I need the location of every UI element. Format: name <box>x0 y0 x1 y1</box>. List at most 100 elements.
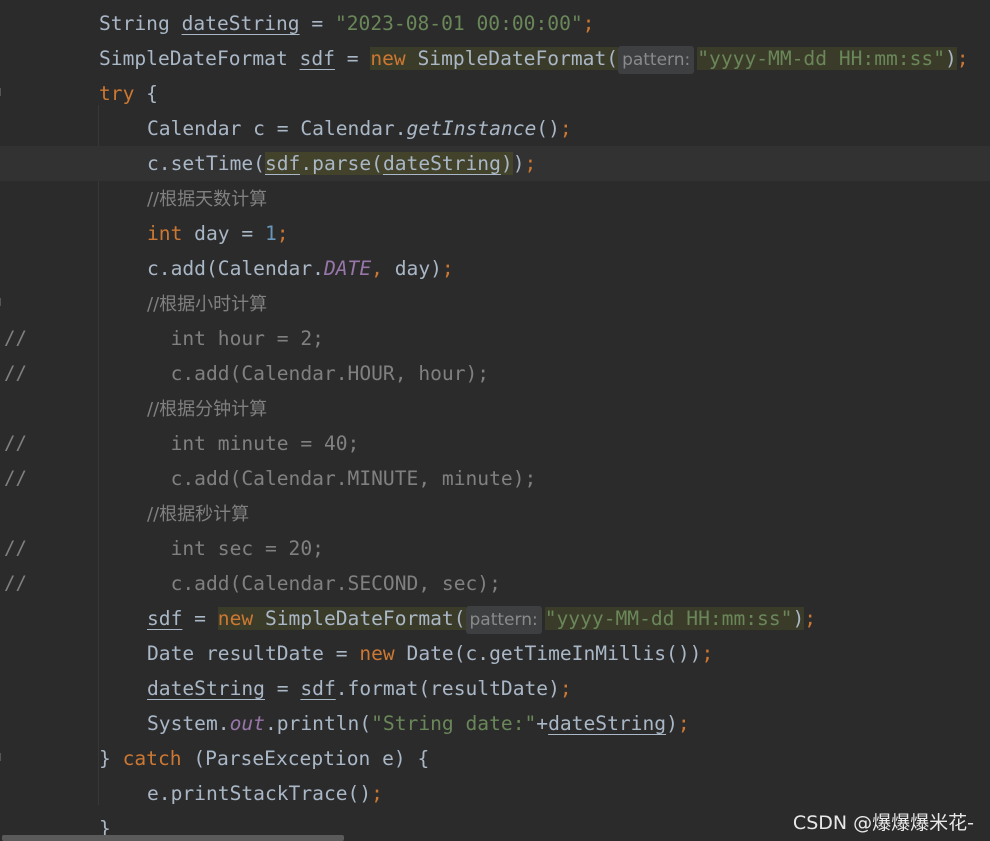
gutter-comment-marker: // <box>4 432 27 454</box>
code-text: //根据分钟计算 <box>147 391 267 427</box>
code-editor[interactable]: String dateString = "2023-08-01 00:00:00… <box>0 0 990 841</box>
code-token: catch <box>122 747 182 770</box>
fold-marker-icon[interactable] <box>0 753 5 761</box>
code-line[interactable]: try { <box>0 76 990 111</box>
code-token: //根据天数计算 <box>147 189 268 210</box>
code-token: ; <box>524 152 537 175</box>
code-token: c.add(Calendar.HOUR, hour); <box>147 362 490 385</box>
fold-marker-icon[interactable] <box>0 88 5 96</box>
code-token: "yyyy-MM-dd HH:mm:ss" <box>544 607 793 630</box>
code-line[interactable]: Calendar c = Calendar.getInstance(); <box>0 111 990 146</box>
code-token: = <box>182 607 218 630</box>
code-token: new <box>370 47 406 70</box>
code-text: c.setTime(sdf.parse(dateString)); <box>147 146 536 181</box>
horizontal-scrollbar[interactable] <box>2 835 344 841</box>
code-text: //根据秒计算 <box>147 496 249 532</box>
code-token: ; <box>677 712 690 735</box>
code-token: () <box>536 117 560 140</box>
gutter-comment-marker: // <box>4 327 27 349</box>
code-line[interactable]: e.printStackTrace(); <box>0 776 990 811</box>
code-line[interactable]: Date resultDate = new Date(c.getTimeInMi… <box>0 636 990 671</box>
code-line[interactable]: // int sec = 20; <box>0 531 990 566</box>
code-text: Calendar c = Calendar.getInstance(); <box>147 111 572 146</box>
code-line[interactable]: SimpleDateFormat sdf = new SimpleDateFor… <box>0 41 990 76</box>
code-line[interactable]: //根据天数计算 <box>0 181 990 216</box>
code-token: ) <box>792 607 805 630</box>
code-line[interactable]: //根据分钟计算 <box>0 391 990 426</box>
code-line[interactable]: System.out.println("String date:"+dateSt… <box>0 706 990 741</box>
code-token: c.setTime( <box>147 152 265 175</box>
code-line[interactable]: //根据秒计算 <box>0 496 990 531</box>
code-line[interactable]: // int minute = 40; <box>0 426 990 461</box>
code-text: c.add(Calendar.SECOND, sec); <box>147 566 501 601</box>
code-text: int sec = 20; <box>147 531 324 566</box>
fold-marker-icon[interactable] <box>0 298 5 306</box>
gutter-comment-marker: // <box>4 467 27 489</box>
code-token: e.printStackTrace() <box>147 782 372 805</box>
parameter-hint: pattern: <box>618 46 695 74</box>
code-token: sdf <box>300 677 336 700</box>
code-text: c.add(Calendar.MINUTE, minute); <box>147 461 537 496</box>
code-line[interactable]: // int hour = 2; <box>0 321 990 356</box>
code-line[interactable]: // c.add(Calendar.MINUTE, minute); <box>0 461 990 496</box>
gutter-comment-marker: // <box>4 362 27 384</box>
code-token: ; <box>441 257 454 280</box>
code-token: ; <box>804 607 817 630</box>
code-token: ) <box>500 152 513 175</box>
code-token: (ParseException e) { <box>181 747 430 770</box>
code-token: dateString <box>147 677 265 700</box>
code-token: = <box>334 47 371 70</box>
code-token: sdf <box>147 607 183 630</box>
parameter-hint: pattern: <box>465 606 542 634</box>
code-token: String <box>99 12 182 35</box>
code-line[interactable]: //根据小时计算 <box>0 286 990 321</box>
code-token: ; <box>559 677 572 700</box>
code-token: day) <box>394 257 442 280</box>
code-token: new <box>217 607 254 630</box>
code-token: int <box>147 222 183 245</box>
code-line[interactable]: int day = 1; <box>0 216 990 251</box>
code-line[interactable]: c.setTime(sdf.parse(dateString)); <box>0 146 990 181</box>
code-token: System. <box>147 712 230 735</box>
code-token: Date(c.getTimeInMillis()) <box>394 642 702 665</box>
code-text: int hour = 2; <box>147 321 324 356</box>
code-token: .parse( <box>300 152 383 175</box>
code-token: //根据小时计算 <box>147 294 268 315</box>
code-line[interactable]: // c.add(Calendar.HOUR, hour); <box>0 356 990 391</box>
code-text: Date resultDate = new Date(c.getTimeInMi… <box>147 636 713 671</box>
code-text: //根据天数计算 <box>147 181 267 217</box>
code-text: e.printStackTrace(); <box>147 776 383 811</box>
code-token: DATE <box>323 257 372 280</box>
gutter-comment-marker: // <box>4 537 27 559</box>
code-token: SimpleDateFormat( <box>405 47 619 70</box>
code-token: //根据分钟计算 <box>147 399 268 420</box>
code-token: = <box>264 677 301 700</box>
code-token: ) <box>945 47 957 70</box>
code-token: dateString <box>181 12 300 35</box>
code-line[interactable]: c.add(Calendar.DATE, day); <box>0 251 990 286</box>
code-token: 1 <box>264 222 277 245</box>
code-token: ; <box>701 642 714 665</box>
code-line[interactable]: // c.add(Calendar.SECOND, sec); <box>0 566 990 601</box>
code-token: = <box>299 12 335 35</box>
code-token: dateString <box>548 712 667 735</box>
code-text: c.add(Calendar.DATE, day); <box>147 251 454 286</box>
code-token: ) <box>512 152 525 175</box>
code-token: c.add(Calendar.SECOND, sec); <box>147 572 501 595</box>
code-token: c.add(Calendar.MINUTE, minute); <box>147 467 537 490</box>
code-text: c.add(Calendar.HOUR, hour); <box>147 356 490 391</box>
code-line[interactable]: dateString = sdf.format(resultDate); <box>0 671 990 706</box>
code-token: , <box>371 257 395 280</box>
code-token: dateString <box>382 152 501 175</box>
code-text: dateString = sdf.format(resultDate); <box>147 671 572 706</box>
code-text: SimpleDateFormat sdf = new SimpleDateFor… <box>99 41 969 76</box>
code-text: //根据小时计算 <box>147 286 267 322</box>
code-token: ; <box>956 47 969 70</box>
code-token: .println( <box>264 712 372 735</box>
code-text: System.out.println("String date:"+dateSt… <box>147 706 690 741</box>
code-line[interactable]: String dateString = "2023-08-01 00:00:00… <box>0 6 990 41</box>
code-token: day = <box>182 222 265 245</box>
code-line[interactable]: } catch (ParseException e) { <box>0 741 990 776</box>
code-line[interactable]: sdf = new SimpleDateFormat(pattern: "yyyy… <box>0 601 990 636</box>
code-token: out <box>229 712 265 735</box>
